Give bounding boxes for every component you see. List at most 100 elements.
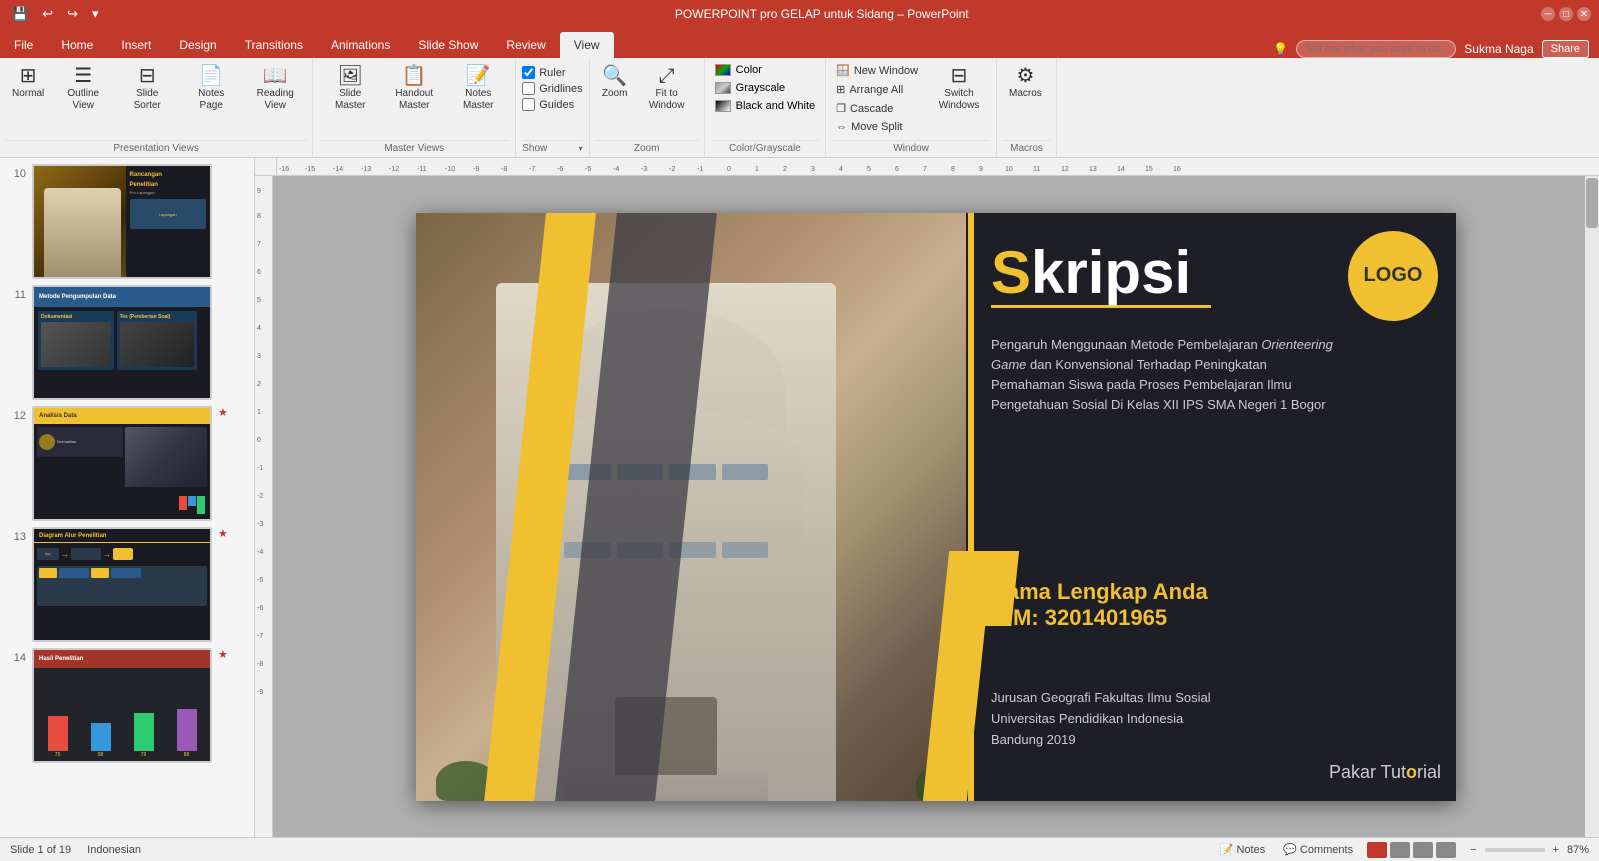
gridlines-checkbox-row[interactable]: Gridlines: [522, 82, 582, 95]
slide-thumb-12[interactable]: Analisis Data Normalitas: [32, 406, 212, 521]
title-bar: 💾 ↩ ↪ ▾ POWERPOINT pro GELAP untuk Sidan…: [0, 0, 1599, 28]
ruler-checkbox[interactable]: [522, 66, 535, 79]
tab-home[interactable]: Home: [47, 32, 107, 58]
tab-slideshow[interactable]: Slide Show: [404, 32, 492, 58]
slide-star-14: ★: [218, 648, 230, 661]
main-slide[interactable]: LOGO Skripsi Penga: [416, 213, 1456, 801]
guides-label: Guides: [539, 99, 574, 111]
slide-item-14[interactable]: 14 Hasil Penelitian 75: [4, 646, 250, 765]
black-white-option[interactable]: Black and White: [711, 98, 819, 114]
canvas-area[interactable]: LOGO Skripsi Penga: [273, 176, 1599, 837]
brand-highlight: o: [1406, 762, 1417, 782]
slide-sorter-btn[interactable]: ⊟ Slide Sorter: [116, 62, 178, 116]
color-option[interactable]: Color: [711, 62, 819, 78]
svg-text:6: 6: [257, 269, 261, 276]
svg-text:16: 16: [1173, 166, 1181, 173]
gridlines-checkbox[interactable]: [522, 82, 535, 95]
fit-to-window-btn[interactable]: ⤢ Fit to Window: [636, 62, 698, 116]
show-content: Ruler Gridlines Guides: [522, 62, 582, 138]
status-bar: Slide 1 of 19 Indonesian 📝 Notes 💬 Comme…: [0, 837, 1599, 861]
slide-item-12[interactable]: 12 Analisis Data Normalitas: [4, 404, 250, 523]
reading-status-btn[interactable]: [1413, 842, 1433, 858]
slide-thumb-13[interactable]: Diagram Alur Penelitian Start → →: [32, 527, 212, 642]
yellow-accent-separator: [968, 213, 974, 801]
slide-number-12: 12: [6, 406, 26, 422]
ruler-checkbox-row[interactable]: Ruler: [522, 66, 582, 79]
customize-qa-btn[interactable]: ▾: [88, 4, 103, 24]
notes-master-btn[interactable]: 📝 Notes Master: [447, 62, 509, 116]
handout-master-btn[interactable]: 📋 Handout Master: [383, 62, 445, 116]
main-area: 10 Rancangan Penelitian Pro Lapangan Lap…: [0, 158, 1599, 837]
zoom-out-btn[interactable]: −: [1466, 842, 1480, 858]
guides-checkbox[interactable]: [522, 98, 535, 111]
grayscale-label: Grayscale: [736, 82, 786, 94]
outline-view-btn[interactable]: ☰ Outline View: [52, 62, 114, 116]
macros-btn[interactable]: ⚙ Macros: [1003, 62, 1048, 104]
color-options: Color Grayscale Black and White: [711, 62, 819, 114]
canvas-scrollbar-v[interactable]: [1585, 176, 1599, 837]
tab-transitions[interactable]: Transitions: [231, 32, 317, 58]
slide-master-btn[interactable]: 🖼 Slide Master: [319, 62, 381, 116]
grayscale-option[interactable]: Grayscale: [711, 80, 819, 96]
zoom-btn[interactable]: 🔍 Zoom: [596, 62, 634, 104]
svg-text:1: 1: [755, 166, 759, 173]
close-btn[interactable]: ✕: [1577, 7, 1591, 21]
tab-file[interactable]: File: [0, 32, 47, 58]
slideshow-status-btn[interactable]: [1436, 842, 1456, 858]
normal-view-status-btn[interactable]: [1367, 842, 1387, 858]
notes-page-btn[interactable]: 📄 Notes Page: [180, 62, 242, 116]
share-button[interactable]: Share: [1542, 40, 1589, 58]
reading-view-btn[interactable]: 📖 Reading View: [244, 62, 306, 116]
svg-text:3: 3: [257, 353, 261, 360]
new-window-btn[interactable]: 🪟 New Window: [832, 62, 922, 79]
slide-item-10[interactable]: 10 Rancangan Penelitian Pro Lapangan Lap…: [4, 162, 250, 281]
save-btn[interactable]: 💾: [8, 4, 32, 24]
slide-thumb-10[interactable]: Rancangan Penelitian Pro Lapangan Lapang…: [32, 164, 212, 279]
normal-view-btn[interactable]: ⊞ Normal: [6, 62, 50, 104]
right-panel: LOGO Skripsi Penga: [966, 213, 1456, 801]
undo-btn[interactable]: ↩: [38, 4, 57, 24]
tab-insert[interactable]: Insert: [107, 32, 165, 58]
svg-text:-9: -9: [257, 689, 263, 696]
show-checkboxes: Ruler Gridlines Guides: [522, 62, 582, 115]
slide-sorter-status-btn[interactable]: [1390, 842, 1410, 858]
switch-windows-btn[interactable]: ⊟ Switch Windows: [928, 62, 990, 116]
svg-text:6: 6: [895, 166, 899, 173]
language: Indonesian: [87, 844, 141, 856]
zoom-slider[interactable]: [1485, 848, 1545, 852]
zoom-in-btn[interactable]: +: [1549, 842, 1563, 858]
comments-status-btn[interactable]: 💬 Comments: [1279, 841, 1357, 858]
svg-text:-2: -2: [257, 493, 263, 500]
window-left-col: 🪟 New Window ⊞ Arrange All ❐ Cascade ⇔ M…: [832, 62, 922, 135]
minimize-btn[interactable]: ─: [1541, 7, 1555, 21]
svg-text:12: 12: [1061, 166, 1069, 173]
notes-status-btn[interactable]: 📝 Notes: [1216, 841, 1269, 858]
slide-thumb-11[interactable]: Metode Pengumpulan Data Dokumentasi Tes …: [32, 285, 212, 400]
svg-text:-9: -9: [473, 166, 479, 173]
cascade-btn[interactable]: ❐ Cascade: [832, 100, 922, 117]
tell-me-input[interactable]: [1296, 40, 1456, 58]
slide-item-13[interactable]: 13 Diagram Alur Penelitian Start → →: [4, 525, 250, 644]
show-more-btn[interactable]: ▾: [579, 144, 583, 153]
view-buttons: [1367, 842, 1456, 858]
master-views-content: 🖼 Slide Master 📋 Handout Master 📝 Notes …: [319, 62, 509, 138]
color-label: Color: [736, 64, 762, 76]
slides-panel[interactable]: 10 Rancangan Penelitian Pro Lapangan Lap…: [0, 158, 255, 837]
tab-design[interactable]: Design: [165, 32, 230, 58]
guides-checkbox-row[interactable]: Guides: [522, 98, 582, 111]
tab-animations[interactable]: Animations: [317, 32, 404, 58]
svg-text:-14: -14: [333, 166, 343, 173]
svg-text:5: 5: [257, 297, 261, 304]
scrollbar-thumb-v[interactable]: [1586, 178, 1598, 228]
arrange-all-btn[interactable]: ⊞ Arrange All: [832, 81, 922, 98]
move-split-btn[interactable]: ⇔ Move Split: [832, 119, 922, 135]
tab-review[interactable]: Review: [492, 32, 559, 58]
maximize-btn[interactable]: □: [1559, 7, 1573, 21]
slide-item-11[interactable]: 11 Metode Pengumpulan Data Dokumentasi: [4, 283, 250, 402]
v-ruler-svg: 9 8 7 6 5 4 3 2 1 0 -1 -2 -3 -4 -5 -6 -7: [255, 178, 273, 798]
redo-btn[interactable]: ↪: [63, 4, 82, 24]
tab-view[interactable]: View: [560, 32, 614, 58]
subtitle-post: dan Konvensional Terhadap Peningkatan Pe…: [991, 357, 1326, 412]
slide-thumb-14[interactable]: Hasil Penelitian 75 58: [32, 648, 212, 763]
svg-text:-4: -4: [613, 166, 619, 173]
